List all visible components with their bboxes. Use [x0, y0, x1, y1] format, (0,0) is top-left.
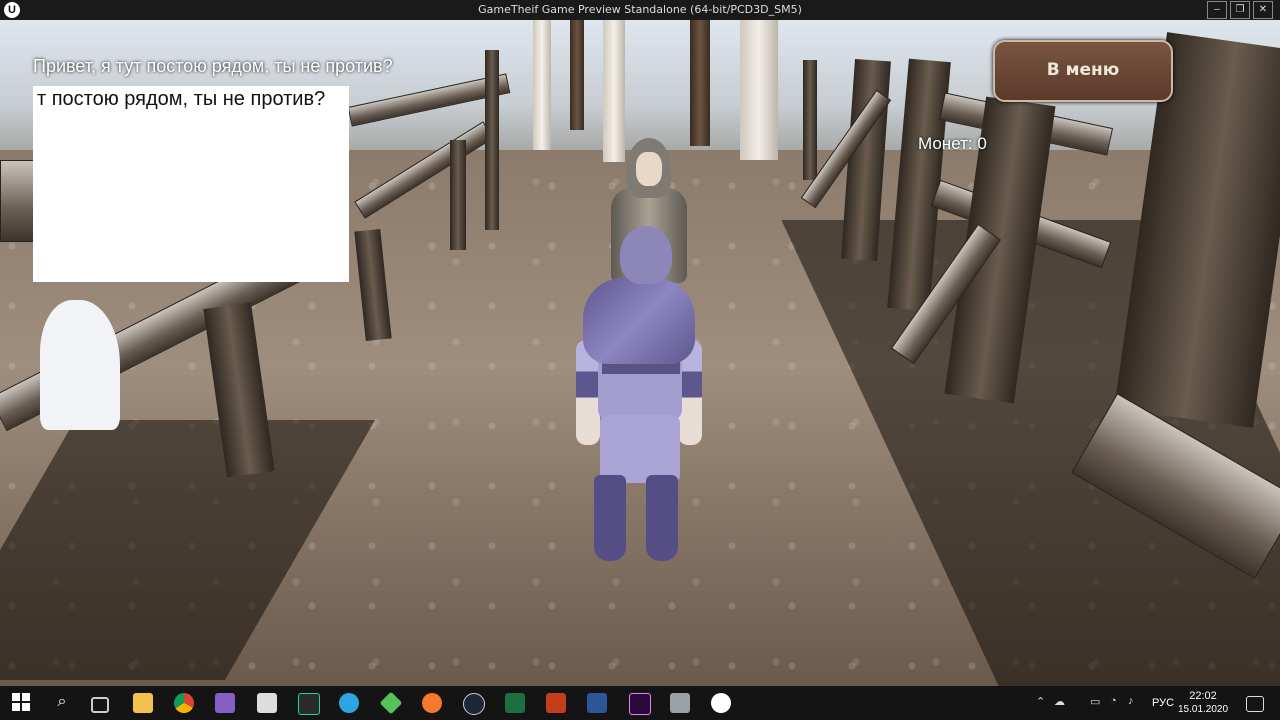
- windows-taskbar: ⌕ ⌃ ☁ ▭ ◔ ♪ РУС 22:02 15.01.2020: [0, 686, 1280, 720]
- task-view-icon[interactable]: [91, 697, 109, 713]
- clock-date[interactable]: 15.01.2020: [1178, 704, 1228, 715]
- player-ninja-character[interactable]: [620, 226, 672, 284]
- window-titlebar: U GameTheif Game Preview Standalone (64-…: [0, 0, 1280, 20]
- npc-girl-face: [636, 152, 662, 186]
- file-explorer-icon[interactable]: [133, 693, 153, 713]
- chevron-up-icon[interactable]: ⌃: [1036, 695, 1045, 708]
- tree-trunk: [603, 20, 625, 162]
- maximize-button[interactable]: ❐: [1230, 1, 1250, 19]
- volume-icon[interactable]: ♪: [1128, 695, 1134, 707]
- cloud-icon[interactable]: ☁: [1054, 695, 1065, 708]
- fence-post: [485, 50, 499, 230]
- coins-counter: Монет: 0: [918, 134, 987, 153]
- system-tray[interactable]: ⌃ ☁ ▭ ◔ ♪: [1000, 686, 1140, 720]
- powerpoint-icon[interactable]: [546, 693, 566, 713]
- player-left-leg: [594, 475, 626, 561]
- visual-studio-icon[interactable]: [215, 693, 235, 713]
- dialog-box: т постою рядом, ты не против?: [33, 86, 349, 282]
- photos-icon[interactable]: [670, 693, 690, 713]
- fence-post: [450, 140, 466, 250]
- tree-trunk: [533, 20, 551, 150]
- premiere-icon[interactable]: [629, 693, 651, 715]
- dialog-subtitle: Привет, я тут постою рядом, ты не против…: [33, 56, 393, 76]
- fence-rail: [0, 160, 36, 242]
- minimize-button[interactable]: –: [1207, 1, 1227, 19]
- tree-trunk: [690, 20, 710, 146]
- tree-trunk: [570, 20, 584, 130]
- window-title: GameTheif Game Preview Standalone (64-bi…: [478, 3, 802, 16]
- unreal-engine-icon[interactable]: [711, 693, 731, 713]
- clock-time[interactable]: 22:02: [1178, 690, 1228, 702]
- excel-icon[interactable]: [505, 693, 525, 713]
- unity-icon[interactable]: [257, 693, 277, 713]
- search-icon[interactable]: ⌕: [52, 693, 72, 713]
- fence-post: [803, 60, 817, 180]
- git-icon[interactable]: [379, 691, 403, 715]
- language-indicator[interactable]: РУС: [1152, 697, 1174, 709]
- windows-start-icon[interactable]: [12, 693, 32, 713]
- player-scarf: [583, 278, 695, 364]
- telegram-icon[interactable]: [339, 693, 359, 713]
- steam-icon[interactable]: [463, 693, 485, 715]
- pycharm-icon[interactable]: [298, 693, 320, 715]
- player-pants: [600, 415, 680, 483]
- to-menu-button[interactable]: В меню: [993, 40, 1173, 102]
- word-icon[interactable]: [587, 693, 607, 713]
- notifications-icon[interactable]: [1246, 696, 1264, 712]
- player-right-leg: [646, 475, 678, 561]
- snow-pile: [40, 300, 120, 430]
- close-button[interactable]: ✕: [1253, 1, 1273, 19]
- to-menu-label: В меню: [1046, 60, 1120, 80]
- dialog-box-text: т постою рядом, ты не против?: [37, 88, 326, 110]
- battery-icon[interactable]: ▭: [1090, 695, 1100, 708]
- stone-wall: [740, 20, 778, 160]
- wifi-icon[interactable]: ◔: [1110, 695, 1117, 707]
- blender-icon[interactable]: [422, 693, 442, 713]
- chrome-icon[interactable]: [174, 693, 194, 713]
